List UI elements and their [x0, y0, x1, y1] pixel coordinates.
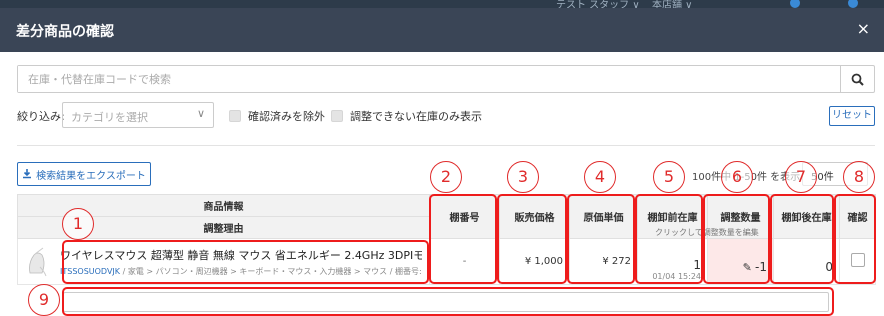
annotation-badge-1: 1: [62, 208, 94, 240]
exclude-confirmed-checkbox[interactable]: [229, 110, 241, 122]
avatar[interactable]: [790, 0, 800, 8]
annotation-badge-6: 6: [721, 161, 753, 193]
download-icon: [23, 169, 32, 179]
annotation-badge-7: 7: [785, 161, 817, 193]
annotation-badge-3: 3: [507, 161, 539, 193]
filter-label: 絞り込み:: [17, 110, 65, 123]
exclude-confirmed-label[interactable]: 確認済みを除外: [248, 108, 325, 124]
highlight-stock-before: [635, 194, 703, 284]
highlight-product-info: [62, 240, 429, 284]
category-select-placeholder: カテゴリを選択: [71, 111, 148, 124]
highlight-cost-price: [567, 194, 635, 284]
search-bar: [17, 65, 875, 93]
product-thumbnail: [24, 244, 50, 279]
highlight-confirm: [834, 194, 876, 284]
annotation-badge-9: 9: [28, 284, 60, 316]
highlight-shelf-no: [429, 194, 497, 284]
annotation-badge-4: 4: [584, 161, 616, 193]
only-unadjustable-checkbox[interactable]: [331, 110, 343, 122]
reset-button[interactable]: リセット: [829, 106, 875, 126]
search-icon: [851, 73, 864, 86]
chevron-down-icon: ∨: [196, 107, 205, 120]
only-unadjustable-label[interactable]: 調整できない在庫のみ表示: [350, 108, 482, 124]
highlight-adjust-qty: [703, 194, 770, 284]
dialog-header: 差分商品の確認 ×: [0, 8, 884, 52]
export-button[interactable]: 検索結果をエクスポート: [17, 162, 151, 186]
search-button[interactable]: [840, 66, 874, 92]
highlight-selling-price: [497, 194, 567, 284]
notification-icon[interactable]: [848, 0, 858, 8]
annotation-badge-5: 5: [653, 161, 685, 193]
divider: [17, 145, 875, 146]
annotation-badge-8: 8: [843, 161, 875, 193]
app-top-bar: テスト スタッフ ∨ 本店舗 ∨: [0, 0, 884, 11]
close-icon[interactable]: ×: [857, 19, 870, 38]
category-select[interactable]: カテゴリを選択 ∨: [62, 102, 214, 128]
highlight-reason: [62, 287, 834, 316]
search-input[interactable]: [18, 66, 842, 92]
annotation-badge-2: 2: [430, 161, 462, 193]
highlight-stock-after: [770, 194, 834, 284]
dialog-title: 差分商品の確認: [16, 24, 114, 40]
export-button-label: 検索結果をエクスポート: [36, 170, 146, 182]
